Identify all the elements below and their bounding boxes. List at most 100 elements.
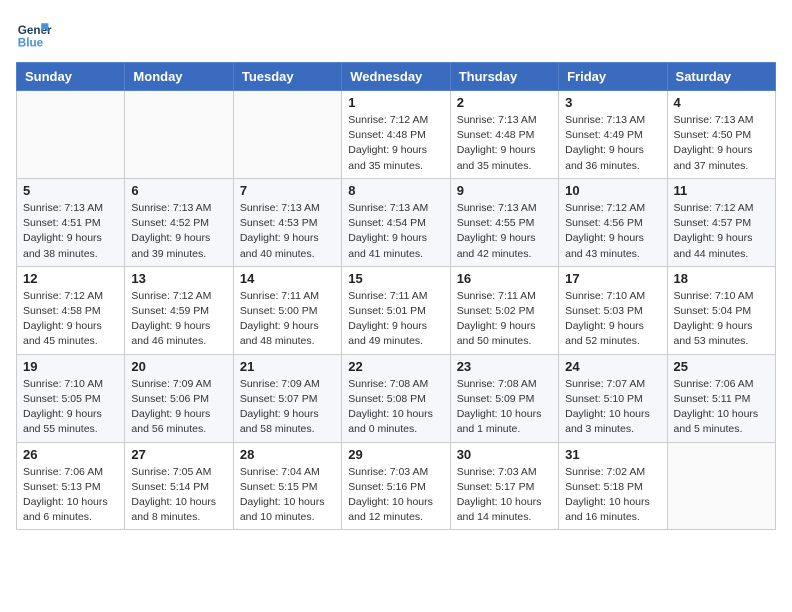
day-info: Sunrise: 7:12 AM Sunset: 4:58 PM Dayligh… — [23, 289, 118, 350]
day-info: Sunrise: 7:11 AM Sunset: 5:00 PM Dayligh… — [240, 289, 335, 350]
day-info: Sunrise: 7:13 AM Sunset: 4:53 PM Dayligh… — [240, 201, 335, 262]
day-info: Sunrise: 7:08 AM Sunset: 5:09 PM Dayligh… — [457, 377, 552, 438]
day-number: 25 — [674, 359, 769, 374]
day-info: Sunrise: 7:09 AM Sunset: 5:07 PM Dayligh… — [240, 377, 335, 438]
calendar-cell: 16 Sunrise: 7:11 AM Sunset: 5:02 PM Dayli… — [450, 266, 558, 354]
day-number: 17 — [565, 271, 660, 286]
day-number: 15 — [348, 271, 443, 286]
day-number: 20 — [131, 359, 226, 374]
day-info: Sunrise: 7:13 AM Sunset: 4:49 PM Dayligh… — [565, 113, 660, 174]
day-info: Sunrise: 7:12 AM Sunset: 4:57 PM Dayligh… — [674, 201, 769, 262]
calendar-cell: 19 Sunrise: 7:10 AM Sunset: 5:05 PM Dayli… — [17, 354, 125, 442]
calendar-cell — [233, 91, 341, 179]
day-info: Sunrise: 7:12 AM Sunset: 4:56 PM Dayligh… — [565, 201, 660, 262]
calendar-cell: 24Sunrise: 7:07 AM Sunset: 5:10 PM Dayli… — [559, 354, 667, 442]
calendar-cell: 25 Sunrise: 7:06 AM Sunset: 5:11 PM Dayli… — [667, 354, 775, 442]
day-number: 14 — [240, 271, 335, 286]
calendar-cell: 12 Sunrise: 7:12 AM Sunset: 4:58 PM Dayli… — [17, 266, 125, 354]
calendar-cell: 14 Sunrise: 7:11 AM Sunset: 5:00 PM Dayli… — [233, 266, 341, 354]
day-number: 9 — [457, 183, 552, 198]
calendar-cell: 9 Sunrise: 7:13 AM Sunset: 4:55 PM Daylig… — [450, 178, 558, 266]
day-number: 1 — [348, 95, 443, 110]
calendar-cell: 11 Sunrise: 7:12 AM Sunset: 4:57 PM Dayli… — [667, 178, 775, 266]
day-info: Sunrise: 7:08 AM Sunset: 5:08 PM Dayligh… — [348, 377, 443, 438]
day-number: 10 — [565, 183, 660, 198]
day-info: Sunrise: 7:05 AM Sunset: 5:14 PM Dayligh… — [131, 465, 226, 526]
day-info: Sunrise: 7:03 AM Sunset: 5:17 PM Dayligh… — [457, 465, 552, 526]
calendar-cell: 3 Sunrise: 7:13 AM Sunset: 4:49 PM Daylig… — [559, 91, 667, 179]
day-info: Sunrise: 7:12 AM Sunset: 4:48 PM Dayligh… — [348, 113, 443, 174]
day-info: Sunrise: 7:10 AM Sunset: 5:04 PM Dayligh… — [674, 289, 769, 350]
calendar-cell: 27Sunrise: 7:05 AM Sunset: 5:14 PM Dayli… — [125, 442, 233, 530]
calendar-cell — [667, 442, 775, 530]
day-number: 8 — [348, 183, 443, 198]
calendar-cell: 5 Sunrise: 7:13 AM Sunset: 4:51 PM Daylig… — [17, 178, 125, 266]
day-info: Sunrise: 7:06 AM Sunset: 5:13 PM Dayligh… — [23, 465, 118, 526]
calendar-cell: 6 Sunrise: 7:13 AM Sunset: 4:52 PM Daylig… — [125, 178, 233, 266]
day-number: 16 — [457, 271, 552, 286]
calendar-cell: 31 Sunrise: 7:02 AM Sunset: 5:18 PM Dayli… — [559, 442, 667, 530]
day-info: Sunrise: 7:12 AM Sunset: 4:59 PM Dayligh… — [131, 289, 226, 350]
day-info: Sunrise: 7:13 AM Sunset: 4:54 PM Dayligh… — [348, 201, 443, 262]
day-info: Sunrise: 7:03 AM Sunset: 5:16 PM Dayligh… — [348, 465, 443, 526]
day-info: Sunrise: 7:06 AM Sunset: 5:11 PM Dayligh… — [674, 377, 769, 438]
calendar-cell: 15 Sunrise: 7:11 AM Sunset: 5:01 PM Dayli… — [342, 266, 450, 354]
calendar-cell: 29 Sunrise: 7:03 AM Sunset: 5:16 PM Dayli… — [342, 442, 450, 530]
day-info: Sunrise: 7:13 AM Sunset: 4:48 PM Dayligh… — [457, 113, 552, 174]
weekday-header: Monday — [125, 63, 233, 91]
day-info: Sunrise: 7:13 AM Sunset: 4:52 PM Dayligh… — [131, 201, 226, 262]
day-number: 5 — [23, 183, 118, 198]
weekday-header: Saturday — [667, 63, 775, 91]
day-info: Sunrise: 7:11 AM Sunset: 5:01 PM Dayligh… — [348, 289, 443, 350]
day-number: 31 — [565, 447, 660, 462]
calendar-cell: 23 Sunrise: 7:08 AM Sunset: 5:09 PM Dayli… — [450, 354, 558, 442]
day-number: 2 — [457, 95, 552, 110]
calendar-cell: 1 Sunrise: 7:12 AM Sunset: 4:48 PM Daylig… — [342, 91, 450, 179]
day-info: Sunrise: 7:04 AM Sunset: 5:15 PM Dayligh… — [240, 465, 335, 526]
calendar-cell: 28Sunrise: 7:04 AM Sunset: 5:15 PM Dayli… — [233, 442, 341, 530]
calendar-cell: 10 Sunrise: 7:12 AM Sunset: 4:56 PM Dayli… — [559, 178, 667, 266]
logo-icon: General Blue — [16, 16, 52, 52]
day-info: Sunrise: 7:13 AM Sunset: 4:51 PM Dayligh… — [23, 201, 118, 262]
weekday-header: Sunday — [17, 63, 125, 91]
calendar-cell: 21Sunrise: 7:09 AM Sunset: 5:07 PM Dayli… — [233, 354, 341, 442]
day-number: 7 — [240, 183, 335, 198]
day-info: Sunrise: 7:09 AM Sunset: 5:06 PM Dayligh… — [131, 377, 226, 438]
calendar-week-row: 1 Sunrise: 7:12 AM Sunset: 4:48 PM Daylig… — [17, 91, 776, 179]
weekday-header: Tuesday — [233, 63, 341, 91]
calendar-cell: 17 Sunrise: 7:10 AM Sunset: 5:03 PM Dayli… — [559, 266, 667, 354]
calendar-cell: 22 Sunrise: 7:08 AM Sunset: 5:08 PM Dayli… — [342, 354, 450, 442]
calendar-cell: 13 Sunrise: 7:12 AM Sunset: 4:59 PM Dayli… — [125, 266, 233, 354]
calendar-cell — [125, 91, 233, 179]
calendar-cell: 20 Sunrise: 7:09 AM Sunset: 5:06 PM Dayli… — [125, 354, 233, 442]
day-number: 24 — [565, 359, 660, 374]
day-number: 29 — [348, 447, 443, 462]
day-number: 22 — [348, 359, 443, 374]
day-number: 4 — [674, 95, 769, 110]
day-number: 19 — [23, 359, 118, 374]
calendar-cell: 8 Sunrise: 7:13 AM Sunset: 4:54 PM Daylig… — [342, 178, 450, 266]
weekday-header: Wednesday — [342, 63, 450, 91]
day-number: 6 — [131, 183, 226, 198]
weekday-header: Friday — [559, 63, 667, 91]
day-number: 13 — [131, 271, 226, 286]
day-number: 11 — [674, 183, 769, 198]
calendar-header-row: SundayMondayTuesdayWednesdayThursdayFrid… — [17, 63, 776, 91]
calendar-cell: 2 Sunrise: 7:13 AM Sunset: 4:48 PM Daylig… — [450, 91, 558, 179]
calendar-week-row: 5 Sunrise: 7:13 AM Sunset: 4:51 PM Daylig… — [17, 178, 776, 266]
day-number: 3 — [565, 95, 660, 110]
calendar-cell — [17, 91, 125, 179]
day-info: Sunrise: 7:10 AM Sunset: 5:03 PM Dayligh… — [565, 289, 660, 350]
day-number: 23 — [457, 359, 552, 374]
day-info: Sunrise: 7:10 AM Sunset: 5:05 PM Dayligh… — [23, 377, 118, 438]
day-info: Sunrise: 7:13 AM Sunset: 4:55 PM Dayligh… — [457, 201, 552, 262]
calendar-cell: 18 Sunrise: 7:10 AM Sunset: 5:04 PM Dayli… — [667, 266, 775, 354]
day-info: Sunrise: 7:02 AM Sunset: 5:18 PM Dayligh… — [565, 465, 660, 526]
calendar-cell: 30 Sunrise: 7:03 AM Sunset: 5:17 PM Dayli… — [450, 442, 558, 530]
day-number: 30 — [457, 447, 552, 462]
day-number: 26 — [23, 447, 118, 462]
calendar-cell: 4Sunrise: 7:13 AM Sunset: 4:50 PM Daylig… — [667, 91, 775, 179]
day-number: 12 — [23, 271, 118, 286]
day-number: 18 — [674, 271, 769, 286]
day-info: Sunrise: 7:11 AM Sunset: 5:02 PM Dayligh… — [457, 289, 552, 350]
